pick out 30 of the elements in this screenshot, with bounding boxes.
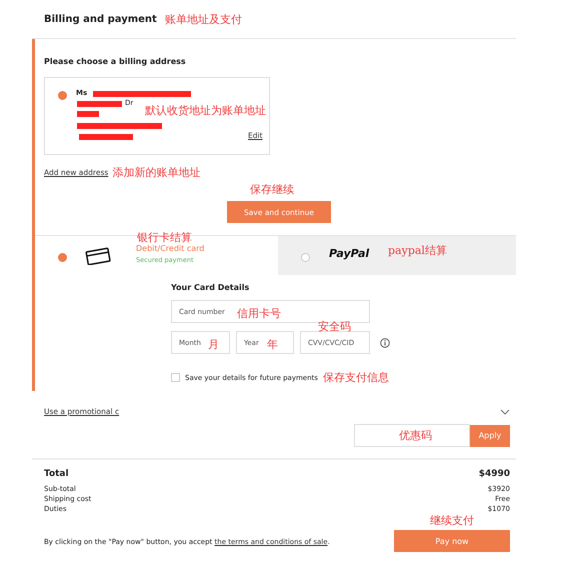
info-icon[interactable] [380, 338, 390, 348]
annotation: 优惠码 [399, 428, 432, 443]
annotation: 账单地址及支付 [164, 12, 242, 26]
annotation: 银行卡结算 [137, 230, 192, 244]
annotation: 默认收货地址为账单地址 [145, 103, 266, 118]
total-label: Total [44, 469, 69, 479]
billing-heading: Please choose a billing address [44, 57, 186, 66]
annotation: 月 [208, 337, 219, 352]
annotation: paypal结算 [388, 243, 447, 258]
annotation: 继续支付 [430, 513, 474, 528]
redaction-mark [77, 111, 99, 117]
payment-title: Debit/Credit card [136, 244, 204, 253]
annotation: 保存支付信息 [322, 370, 389, 385]
annotation: 年 [267, 337, 278, 352]
redaction-mark [79, 134, 133, 140]
radio-button[interactable] [58, 253, 67, 262]
promo-code-field[interactable]: 优惠码 [354, 424, 470, 447]
section-title: Billing and payment [44, 14, 157, 24]
annotation: 保存继续 [250, 182, 294, 197]
paypal-label: PayPal [329, 247, 370, 260]
total-amount: $4990 [478, 469, 510, 479]
card-icon [85, 247, 111, 265]
card-details-heading: Your Card Details [171, 283, 250, 292]
radio-button[interactable] [301, 253, 310, 262]
annotation: 添加新的账单地址 [112, 165, 200, 180]
checkbox[interactable] [171, 373, 180, 382]
chevron-down-icon[interactable] [500, 408, 510, 414]
annotation: 信用卡号 [237, 306, 281, 321]
radio-button[interactable] [58, 91, 67, 100]
redaction-mark [77, 101, 122, 107]
